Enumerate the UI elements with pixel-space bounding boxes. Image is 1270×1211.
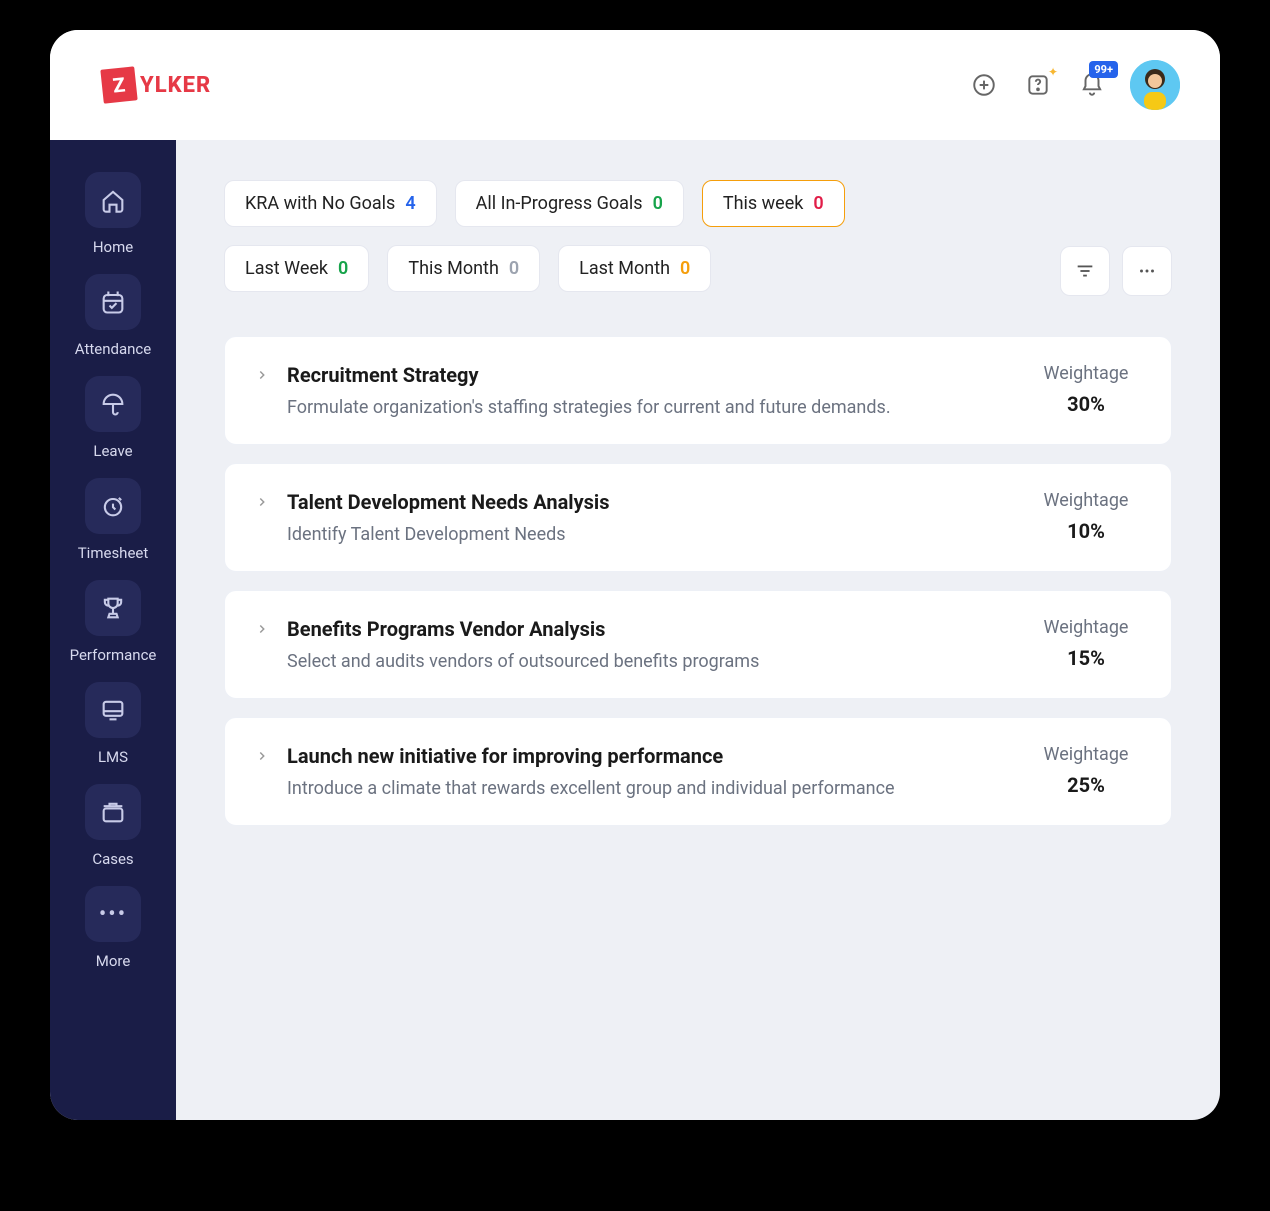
sparkle-icon: ✦ xyxy=(1048,65,1058,79)
notifications-button[interactable]: 99+ xyxy=(1076,69,1108,101)
calendar-icon xyxy=(85,274,141,330)
chip-count: 0 xyxy=(338,258,348,279)
filter-chip-this-month[interactable]: This Month 0 xyxy=(387,245,540,292)
kra-description: Formulate organization's staffing strate… xyxy=(287,397,1013,418)
kra-list: Recruitment Strategy Formulate organizati… xyxy=(224,336,1172,826)
sidebar-item-label: Attendance xyxy=(75,340,151,358)
add-button[interactable] xyxy=(968,69,1000,101)
app-window: Z YLKER ✦ 99+ Home Attendance Leave Timeshe… xyxy=(50,30,1220,1120)
brand-logo: Z YLKER xyxy=(102,68,211,102)
chevron-right-icon[interactable] xyxy=(255,367,269,386)
trophy-icon xyxy=(85,580,141,636)
chip-label: All In-Progress Goals xyxy=(476,193,643,214)
kra-main: Recruitment Strategy Formulate organizati… xyxy=(287,363,1013,418)
kra-description: Identify Talent Development Needs xyxy=(287,524,1013,545)
chip-count: 4 xyxy=(405,193,415,214)
weightage-label: Weightage xyxy=(1031,490,1141,511)
weightage-value: 30% xyxy=(1031,392,1141,416)
filter-chip-last-month[interactable]: Last Month 0 xyxy=(558,245,711,292)
brand-name: YLKER xyxy=(140,73,211,98)
kra-weight: Weightage 30% xyxy=(1031,363,1141,416)
kra-title: Benefits Programs Vendor Analysis xyxy=(287,617,1013,641)
filter-button[interactable] xyxy=(1060,246,1110,296)
filter-chip-last-week[interactable]: Last Week 0 xyxy=(224,245,369,292)
sidebar: Home Attendance Leave Timesheet Performance L… xyxy=(50,140,176,1120)
kra-description: Select and audits vendors of outsourced … xyxy=(287,651,1013,672)
filter-chip-all-in-progress-goals[interactable]: All In-Progress Goals 0 xyxy=(455,180,684,227)
sidebar-item-attendance[interactable]: Attendance xyxy=(50,274,176,358)
weightage-value: 25% xyxy=(1031,773,1141,797)
chevron-right-icon[interactable] xyxy=(255,494,269,513)
chip-count: 0 xyxy=(653,193,663,214)
kra-title: Launch new initiative for improving perf… xyxy=(287,744,1013,768)
avatar[interactable] xyxy=(1130,60,1180,110)
kra-main: Benefits Programs Vendor Analysis Select … xyxy=(287,617,1013,672)
kra-card[interactable]: Benefits Programs Vendor Analysis Select … xyxy=(224,590,1172,699)
umbrella-icon xyxy=(85,376,141,432)
sidebar-item-label: Cases xyxy=(92,850,133,868)
main-content: KRA with No Goals 4 All In-Progress Goals 0… xyxy=(176,140,1220,1120)
sidebar-item-leave[interactable]: Leave xyxy=(50,376,176,460)
more-icon: ••• xyxy=(85,886,141,942)
sidebar-item-timesheet[interactable]: Timesheet xyxy=(50,478,176,562)
brand-initial: Z xyxy=(100,66,137,103)
kra-title: Recruitment Strategy xyxy=(287,363,1013,387)
chip-label: KRA with No Goals xyxy=(245,193,395,214)
sidebar-item-lms[interactable]: LMS xyxy=(50,682,176,766)
weightage-label: Weightage xyxy=(1031,617,1141,638)
sidebar-item-label: Leave xyxy=(93,442,132,460)
filter-chips-row2: Last Week 0 This Month 0 Last Month 0 xyxy=(224,245,1048,292)
chevron-right-icon[interactable] xyxy=(255,748,269,767)
chip-count: 0 xyxy=(813,193,823,214)
top-actions: ✦ 99+ xyxy=(968,60,1180,110)
kra-main: Launch new initiative for improving perf… xyxy=(287,744,1013,799)
more-options-button[interactable] xyxy=(1122,246,1172,296)
monitor-icon xyxy=(85,682,141,738)
kra-card[interactable]: Talent Development Needs Analysis Identif… xyxy=(224,463,1172,572)
filter-chip-kra-with-no-goals[interactable]: KRA with No Goals 4 xyxy=(224,180,437,227)
filter-chips-row1: KRA with No Goals 4 All In-Progress Goals 0… xyxy=(224,180,1048,227)
sidebar-item-label: Timesheet xyxy=(78,544,149,562)
sidebar-item-label: Performance xyxy=(70,646,157,664)
kra-weight: Weightage 10% xyxy=(1031,490,1141,543)
sidebar-item-more[interactable]: ••• More xyxy=(50,886,176,970)
weightage-value: 15% xyxy=(1031,646,1141,670)
sidebar-item-label: More xyxy=(96,952,131,970)
weightage-label: Weightage xyxy=(1031,363,1141,384)
notification-badge: 99+ xyxy=(1089,61,1118,78)
kra-card[interactable]: Recruitment Strategy Formulate organizati… xyxy=(224,336,1172,445)
chip-count: 0 xyxy=(680,258,690,279)
topbar: Z YLKER ✦ 99+ xyxy=(50,30,1220,140)
sidebar-item-label: Home xyxy=(93,238,133,256)
chip-label: This Month xyxy=(408,258,499,279)
chevron-right-icon[interactable] xyxy=(255,621,269,640)
chip-label: This week xyxy=(723,193,804,214)
help-button[interactable]: ✦ xyxy=(1022,69,1054,101)
kra-weight: Weightage 25% xyxy=(1031,744,1141,797)
kra-main: Talent Development Needs Analysis Identif… xyxy=(287,490,1013,545)
chip-count: 0 xyxy=(509,258,519,279)
kra-title: Talent Development Needs Analysis xyxy=(287,490,1013,514)
kra-weight: Weightage 15% xyxy=(1031,617,1141,670)
sidebar-item-label: LMS xyxy=(98,748,128,766)
weightage-value: 10% xyxy=(1031,519,1141,543)
weightage-label: Weightage xyxy=(1031,744,1141,765)
chip-label: Last Month xyxy=(579,258,670,279)
kra-description: Introduce a climate that rewards excelle… xyxy=(287,778,1013,799)
filter-chip-this-week[interactable]: This week 0 xyxy=(702,180,845,227)
sidebar-item-home[interactable]: Home xyxy=(50,172,176,256)
sidebar-item-cases[interactable]: Cases xyxy=(50,784,176,868)
home-icon xyxy=(85,172,141,228)
chip-label: Last Week xyxy=(245,258,328,279)
clock-icon xyxy=(85,478,141,534)
kra-card[interactable]: Launch new initiative for improving perf… xyxy=(224,717,1172,826)
briefcase-icon xyxy=(85,784,141,840)
sidebar-item-performance[interactable]: Performance xyxy=(50,580,176,664)
